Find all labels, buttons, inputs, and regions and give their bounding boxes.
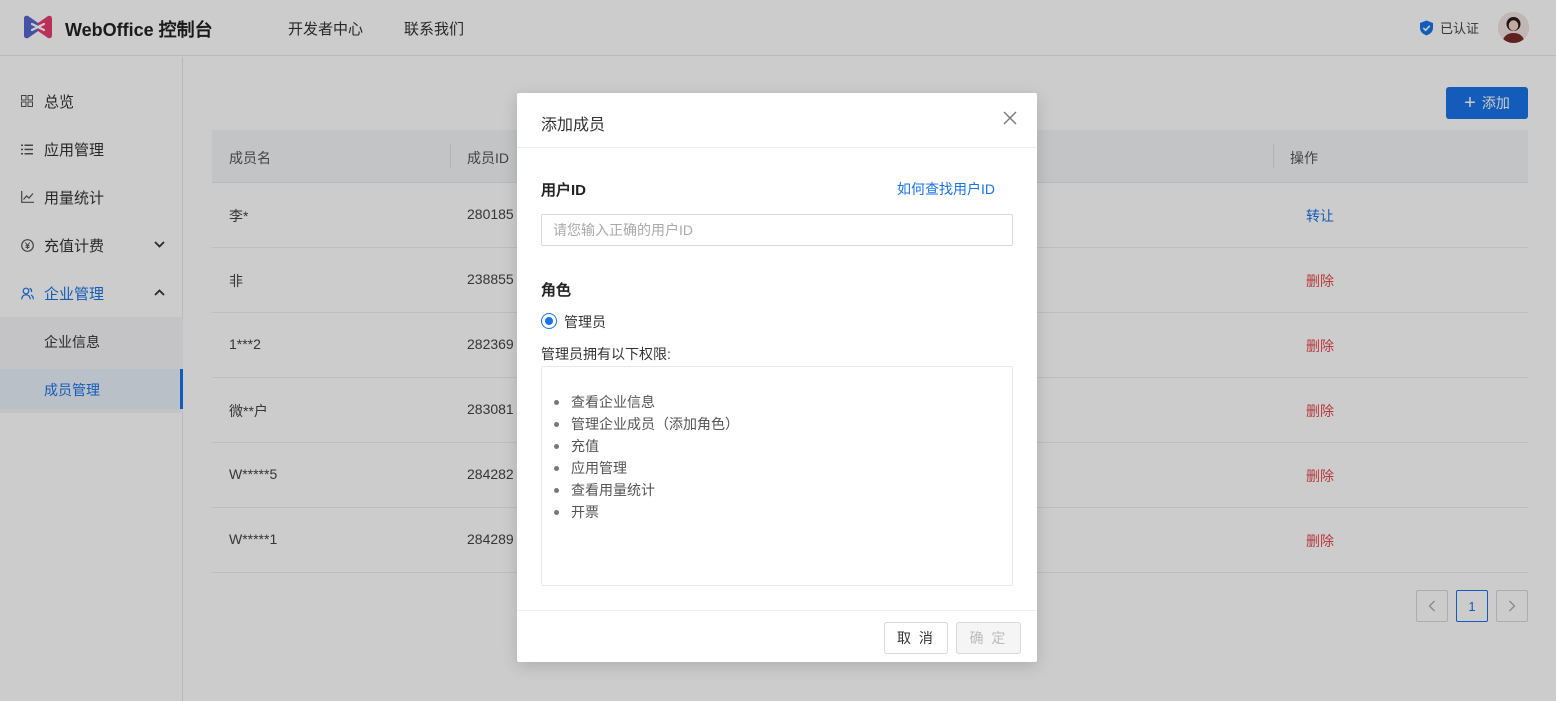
role-label: 角色 bbox=[541, 282, 572, 299]
role-admin-label[interactable]: 管理员 bbox=[564, 312, 606, 332]
add-member-dialog: 添加成员 用户ID 如何查找用户ID 角色 管理员 管理员拥有以下权限: 查看企… bbox=[517, 93, 1037, 662]
permission-item: 查看企业信息 bbox=[554, 391, 739, 413]
permissions-list: 查看企业信息 管理企业成员（添加角色） 充值 应用管理 查看用量统计 开票 bbox=[554, 391, 739, 523]
role-admin-radio[interactable] bbox=[541, 313, 557, 329]
confirm-button[interactable]: 确 定 bbox=[956, 622, 1021, 654]
dialog-title: 添加成员 bbox=[541, 117, 606, 134]
permission-item: 充值 bbox=[554, 435, 739, 457]
permissions-box: 查看企业信息 管理企业成员（添加角色） 充值 应用管理 查看用量统计 开票 bbox=[541, 366, 1013, 586]
permission-item: 开票 bbox=[554, 501, 739, 523]
close-icon[interactable] bbox=[1001, 109, 1019, 127]
cancel-button[interactable]: 取 消 bbox=[884, 622, 948, 654]
permission-item: 应用管理 bbox=[554, 457, 739, 479]
permissions-title: 管理员拥有以下权限: bbox=[541, 346, 671, 362]
how-to-find-user-id-link[interactable]: 如何查找用户ID bbox=[897, 179, 995, 199]
user-id-input[interactable] bbox=[541, 214, 1013, 246]
permission-item: 查看用量统计 bbox=[554, 479, 739, 501]
user-id-label: 用户ID bbox=[541, 182, 587, 199]
radio-selected-dot bbox=[545, 317, 553, 325]
dialog-header: 添加成员 bbox=[517, 93, 1037, 148]
permission-item: 管理企业成员（添加角色） bbox=[554, 413, 739, 435]
dialog-footer: 取 消 确 定 bbox=[517, 610, 1037, 662]
